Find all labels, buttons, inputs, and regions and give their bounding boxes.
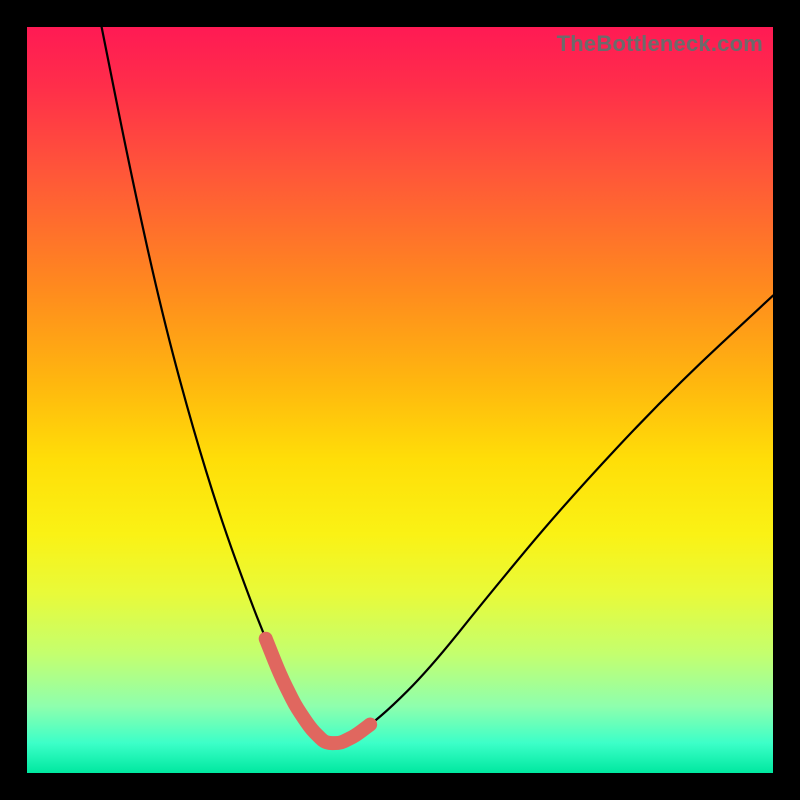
- chart-frame: TheBottleneck.com: [0, 0, 800, 800]
- bottleneck-curve-path: [102, 27, 773, 743]
- highlight-segment: [266, 639, 370, 743]
- plot-area: TheBottleneck.com: [27, 27, 773, 773]
- curve-svg: [27, 27, 773, 773]
